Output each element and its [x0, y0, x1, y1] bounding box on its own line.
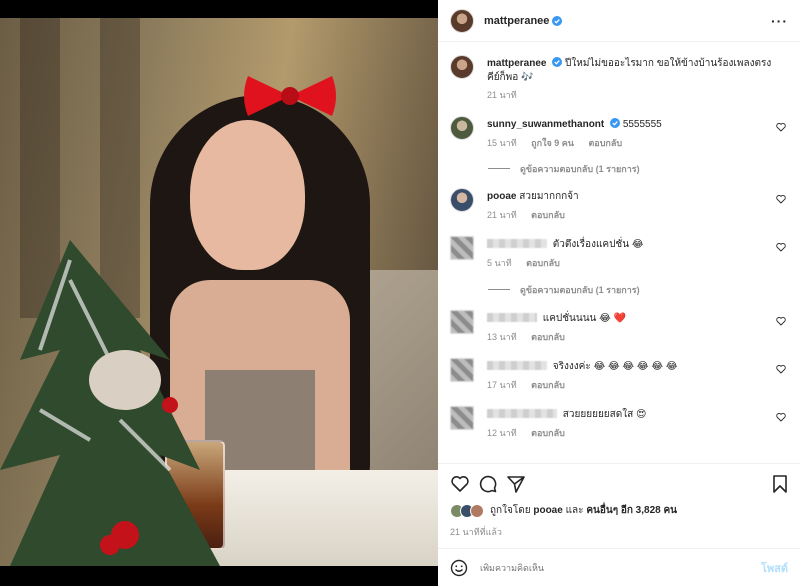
- comment-item: จริงงงค่ะ 😂 😂 😂 😂 😂 😂 17 นาที ตอบกลับ: [450, 358, 790, 398]
- comment-text: สวยมากกกจ้า: [519, 191, 579, 202]
- verified-badge-icon: [610, 118, 621, 128]
- post-time: 21 นาทีที่แล้ว: [450, 527, 502, 537]
- author-avatar[interactable]: [450, 55, 474, 79]
- caption-username[interactable]: mattperanee: [487, 58, 546, 69]
- commenter-avatar[interactable]: [450, 236, 474, 260]
- heart-icon[interactable]: [776, 242, 786, 252]
- reply-button[interactable]: ตอบกลับ: [531, 332, 565, 342]
- comment-time: 13 นาที: [487, 332, 517, 342]
- reply-button[interactable]: ตอบกลับ: [526, 258, 560, 268]
- commenter-avatar[interactable]: [450, 310, 474, 334]
- caption: mattperanee ปีใหม่ไม่ขออะไรมาก ขอให้ข้าง…: [450, 55, 790, 105]
- bookmark-icon[interactable]: [770, 474, 790, 494]
- comments-list[interactable]: mattperanee ปีใหม่ไม่ขออะไรมาก ขอให้ข้าง…: [438, 43, 800, 463]
- verified-badge-icon: [552, 57, 563, 67]
- comment-input[interactable]: [480, 562, 761, 573]
- red-bow: [244, 76, 336, 116]
- commenter-avatar[interactable]: [450, 188, 474, 212]
- post-header: mattperanee ···: [438, 0, 800, 42]
- comment-icon[interactable]: [478, 474, 498, 494]
- author-username[interactable]: mattperanee: [484, 15, 549, 27]
- blurred-username: [487, 361, 547, 370]
- comment-time: 17 นาที: [487, 380, 517, 390]
- comment-text: 5555555: [622, 119, 662, 130]
- post-sidebar: mattperanee ··· mattperanee ปีใหม่ไม่ขออ…: [438, 0, 800, 586]
- commenter-username[interactable]: pooae: [487, 191, 516, 202]
- add-comment-bar: โพสต์: [438, 548, 800, 586]
- view-replies-button[interactable]: ดูข้อความตอบกลับ (1 รายการ): [488, 162, 640, 176]
- reply-button[interactable]: ตอบกลับ: [588, 138, 622, 148]
- comment-text: สวยยยยยยสดใส 😍: [562, 409, 647, 420]
- reply-button[interactable]: ตอบกลับ: [531, 210, 565, 220]
- share-icon[interactable]: [506, 474, 526, 494]
- heart-icon[interactable]: [776, 364, 786, 374]
- emoji-icon[interactable]: [450, 559, 468, 577]
- comment-time: 5 นาที: [487, 258, 512, 268]
- post-photo[interactable]: [0, 0, 438, 586]
- more-options-icon[interactable]: ···: [771, 13, 788, 29]
- commenter-username[interactable]: sunny_suwanmethanont: [487, 119, 604, 130]
- heart-icon[interactable]: [776, 412, 786, 422]
- author-avatar[interactable]: [450, 8, 474, 33]
- verified-badge-icon: [552, 15, 563, 26]
- comment-item: ตัวตึงเรื่องแคปชั่น 😂 5 นาที ตอบกลับ: [450, 236, 790, 276]
- blurred-username: [487, 239, 547, 248]
- liked-by-user[interactable]: pooae: [533, 505, 562, 516]
- comment-item: แคปชั่นนนน 😂 ❤️ 13 นาที ตอบกลับ: [450, 310, 790, 350]
- commenter-avatar[interactable]: [450, 116, 474, 140]
- likes-prefix: ถูกใจโดย: [490, 505, 531, 516]
- heart-icon[interactable]: [776, 122, 786, 132]
- comment-time: 12 นาที: [487, 428, 517, 438]
- comment-item: sunny_suwanmethanont 5555555 15 นาที ถูก…: [450, 116, 790, 156]
- comment-item: สวยยยยยยสดใส 😍 12 นาที ตอบกลับ: [450, 406, 790, 446]
- comment-text: ตัวตึงเรื่องแคปชั่น 😂: [552, 239, 644, 250]
- likes-summary: ถูกใจโดย pooae และ คนอื่นๆ อีก 3,828 คน: [450, 503, 677, 518]
- heart-icon[interactable]: [776, 316, 786, 326]
- action-bar: [438, 463, 800, 503]
- comment-text: จริงงงค่ะ 😂 😂 😂 😂 😂 😂: [552, 361, 678, 372]
- post-button[interactable]: โพสต์: [761, 559, 788, 577]
- comment-likes[interactable]: ถูกใจ 9 คน: [531, 138, 574, 148]
- reply-button[interactable]: ตอบกลับ: [531, 428, 565, 438]
- likes-others[interactable]: คนอื่นๆ อีก 3,828 คน: [586, 505, 677, 516]
- likes-middle: และ: [565, 505, 584, 516]
- blurred-username: [487, 313, 537, 322]
- heart-icon[interactable]: [450, 474, 470, 494]
- christmas-tree: [0, 240, 220, 566]
- caption-time: 21 นาที: [487, 90, 517, 100]
- commenter-avatar[interactable]: [450, 406, 474, 430]
- blurred-username: [487, 409, 557, 418]
- commenter-avatar[interactable]: [450, 358, 474, 382]
- view-replies-button[interactable]: ดูข้อความตอบกลับ (1 รายการ): [488, 283, 640, 297]
- comment-text: แคปชั่นนนน 😂 ❤️: [542, 313, 627, 324]
- liker-avatar: [470, 503, 484, 518]
- reply-button[interactable]: ตอบกลับ: [531, 380, 565, 390]
- heart-icon[interactable]: [776, 194, 786, 204]
- comment-time: 21 นาที: [487, 210, 517, 220]
- comment-item: pooae สวยมากกกจ้า 21 นาที ตอบกลับ: [450, 188, 790, 228]
- comment-time: 15 นาที: [487, 138, 517, 148]
